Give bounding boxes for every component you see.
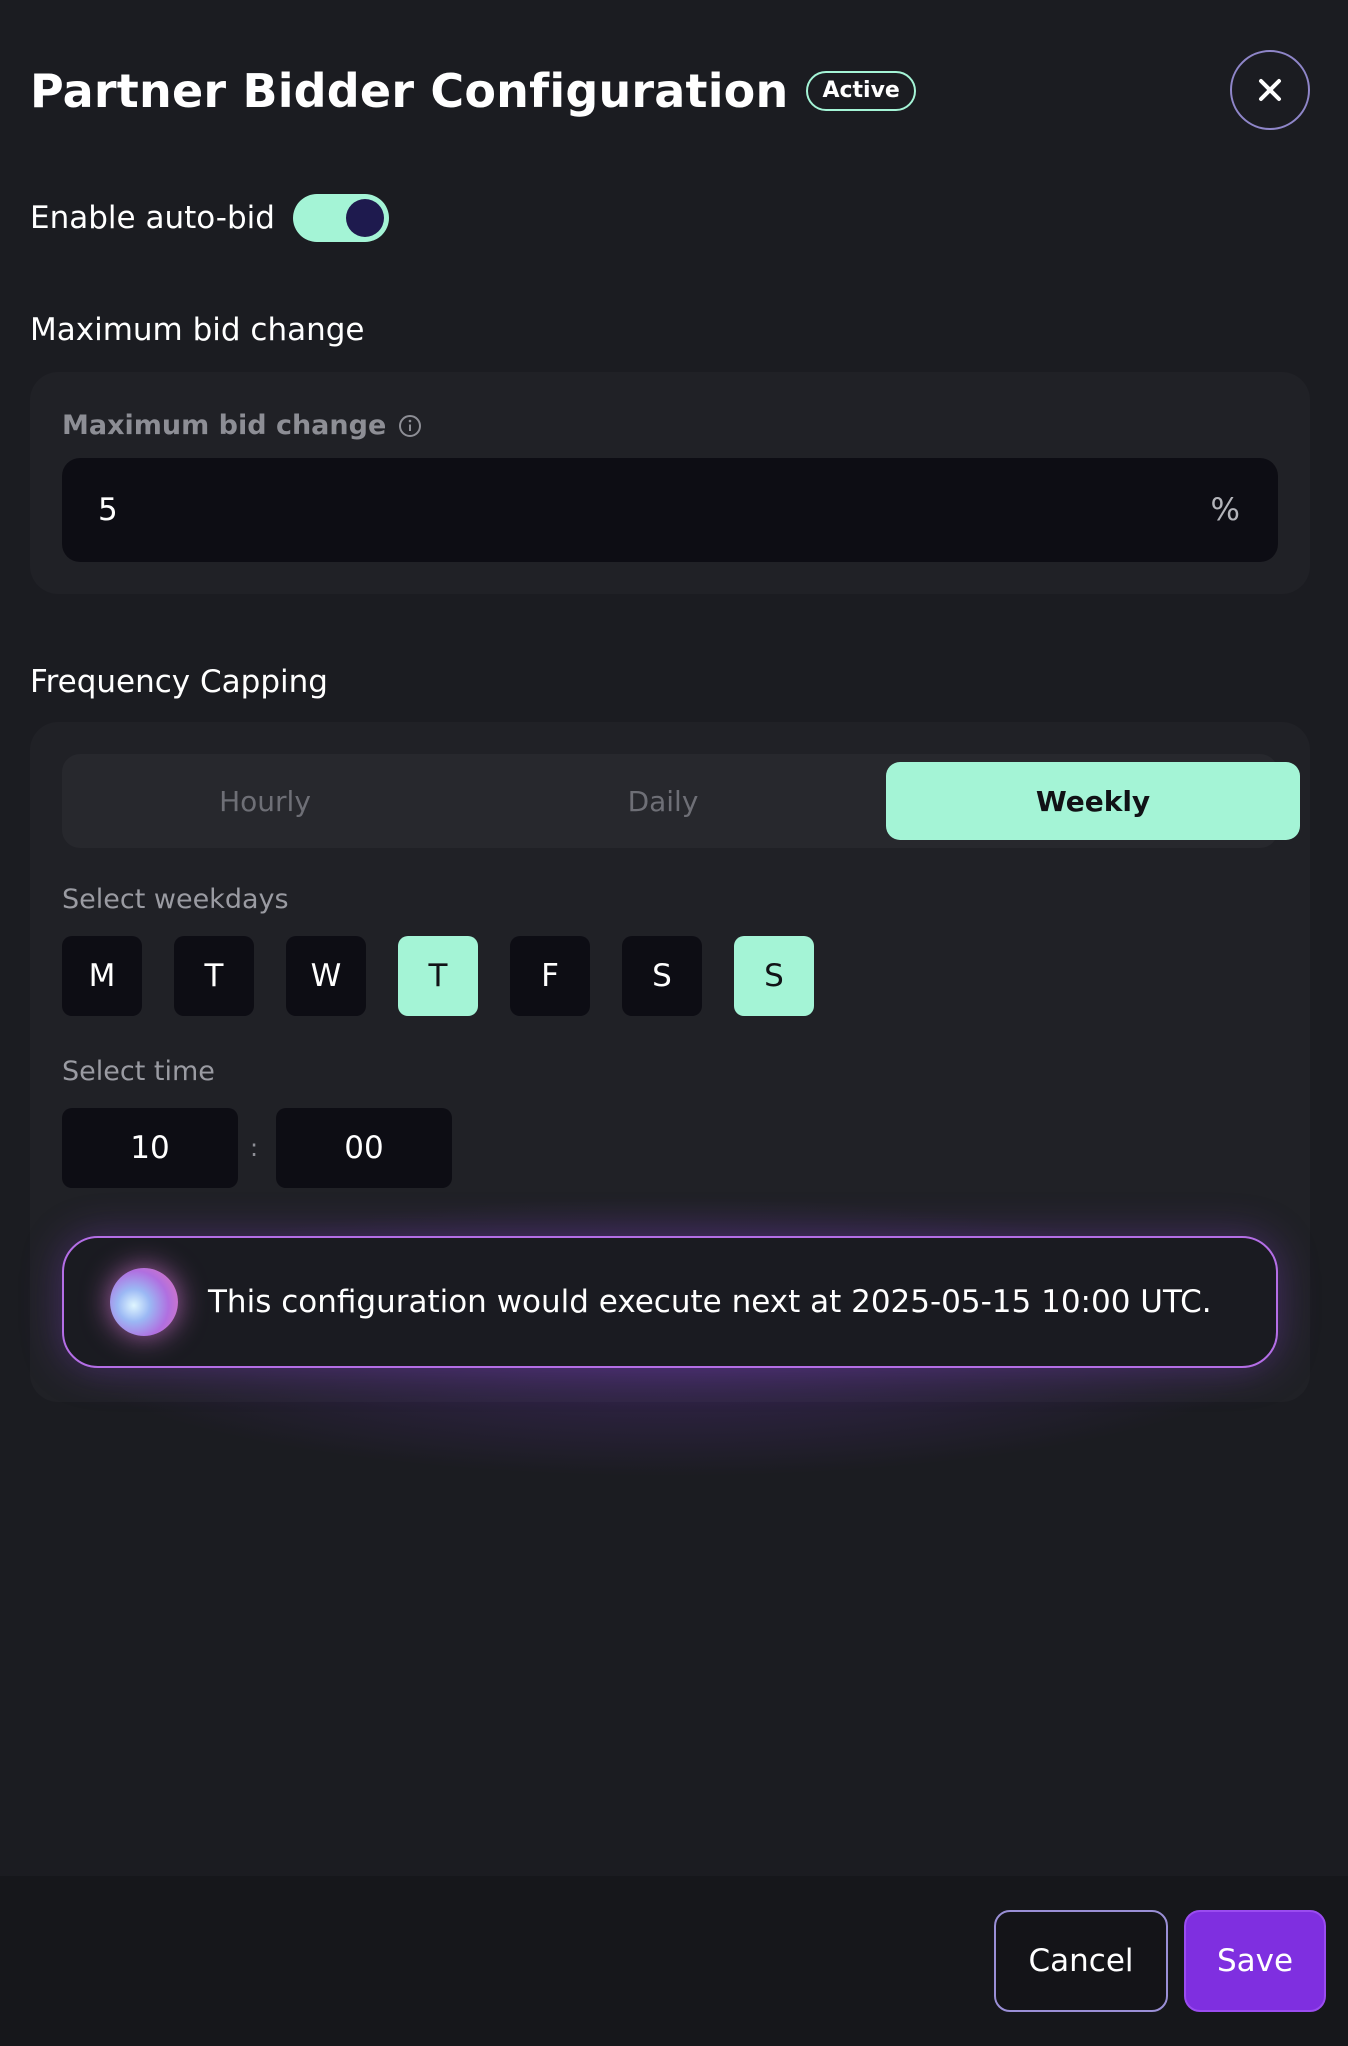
- tab-daily[interactable]: Daily: [468, 762, 858, 840]
- time-label: Select time: [62, 1056, 215, 1087]
- cancel-button[interactable]: Cancel: [994, 1910, 1168, 2012]
- auto-bid-toggle[interactable]: [292, 194, 389, 242]
- toggle-knob: [345, 199, 384, 237]
- max-bid-heading: Maximum bid change: [30, 312, 365, 348]
- ai-orb-icon: [110, 1268, 178, 1336]
- max-bid-field-label: Maximum bid change: [62, 410, 422, 441]
- max-bid-panel: Maximum bid change 5 %: [30, 372, 1310, 594]
- max-bid-field-label-text: Maximum bid change: [62, 410, 387, 441]
- weekdays-label: Select weekdays: [62, 884, 289, 915]
- frequency-panel: Hourly Daily Weekly Select weekdays M T …: [20, 722, 1320, 1482]
- time-separator: :: [250, 1134, 259, 1162]
- auto-bid-label: Enable auto-bid: [30, 200, 275, 236]
- tab-hourly[interactable]: Hourly: [70, 762, 460, 840]
- frequency-tabs: Hourly Daily Weekly: [62, 754, 1300, 848]
- info-icon[interactable]: [398, 414, 422, 438]
- next-execution-banner: This configuration would execute next at…: [62, 1236, 1278, 1368]
- close-button[interactable]: [1230, 50, 1310, 130]
- weekday-sunday[interactable]: S: [734, 936, 814, 1016]
- next-execution-text: This configuration would execute next at…: [208, 1284, 1212, 1320]
- tab-weekly[interactable]: Weekly: [886, 762, 1300, 840]
- header: Partner Bidder Configuration Active: [30, 64, 916, 118]
- frequency-heading: Frequency Capping: [30, 664, 328, 700]
- hour-input[interactable]: 10: [62, 1108, 238, 1188]
- save-button[interactable]: Save: [1184, 1910, 1326, 2012]
- weekday-monday[interactable]: M: [62, 936, 142, 1016]
- weekday-wednesday[interactable]: W: [286, 936, 366, 1016]
- percent-suffix: %: [1210, 492, 1240, 528]
- status-badge: Active: [806, 71, 916, 111]
- minute-input[interactable]: 00: [276, 1108, 452, 1188]
- config-panel: Partner Bidder Configuration Active Enab…: [0, 0, 1348, 2046]
- weekday-tuesday[interactable]: T: [174, 936, 254, 1016]
- weekday-thursday[interactable]: T: [398, 936, 478, 1016]
- weekday-saturday[interactable]: S: [622, 936, 702, 1016]
- auto-bid-row: Enable auto-bid: [30, 194, 389, 242]
- page-title: Partner Bidder Configuration: [30, 64, 789, 118]
- max-bid-input[interactable]: 5 %: [62, 458, 1278, 562]
- close-icon: [1255, 75, 1285, 105]
- weekday-friday[interactable]: F: [510, 936, 590, 1016]
- max-bid-value: 5: [98, 492, 118, 528]
